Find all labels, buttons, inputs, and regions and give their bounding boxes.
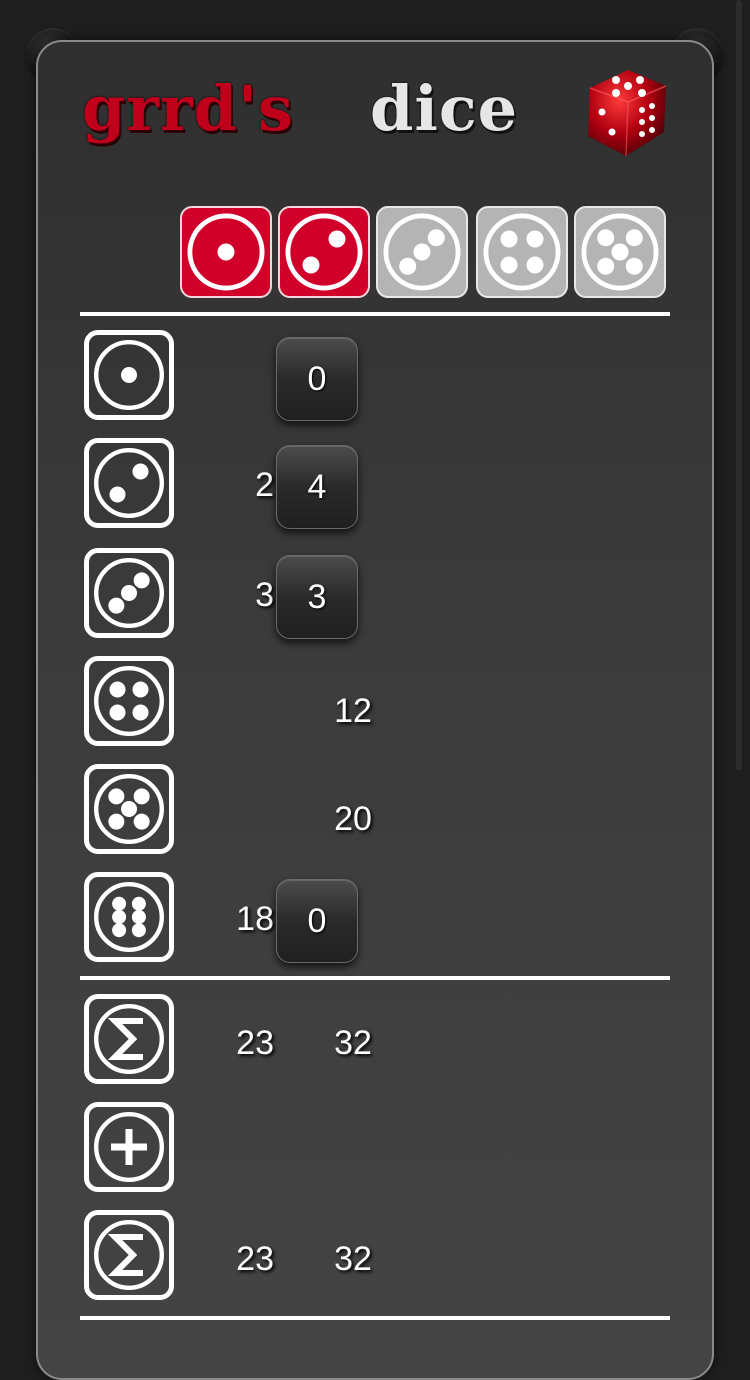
sum-icon xyxy=(84,1210,174,1300)
die-face-1-icon xyxy=(187,213,265,291)
rolled-die-4[interactable] xyxy=(476,206,568,298)
total-right: 32 xyxy=(334,1240,372,1278)
sum-icon xyxy=(84,994,174,1084)
score-button[interactable]: 0 xyxy=(276,337,358,421)
app-title-white: dice xyxy=(370,72,519,145)
die-face-5-icon xyxy=(581,213,659,291)
plus-icon xyxy=(84,1102,174,1192)
die-face-4-icon xyxy=(84,656,174,746)
score-left: 3 xyxy=(255,576,274,614)
rolled-die-1[interactable] xyxy=(180,206,272,298)
score-button[interactable]: 0 xyxy=(276,879,358,963)
app-title-red: grrd's xyxy=(82,72,294,145)
score-right: 12 xyxy=(334,692,372,730)
die-face-5-icon xyxy=(84,764,174,854)
die-face-4-icon xyxy=(483,213,561,291)
die-face-3-icon xyxy=(383,213,461,291)
divider-middle xyxy=(80,976,670,980)
total-left: 23 xyxy=(236,1024,274,1062)
total-right: 32 xyxy=(334,1024,372,1062)
rolled-die-3[interactable] xyxy=(376,206,468,298)
score-button[interactable]: 4 xyxy=(276,445,358,529)
die-face-2-icon xyxy=(285,213,363,291)
die-face-3-icon xyxy=(84,548,174,638)
score-left: 18 xyxy=(236,900,274,938)
score-right: 20 xyxy=(334,800,372,838)
score-button[interactable]: 3 xyxy=(276,555,358,639)
score-left: 2 xyxy=(255,466,274,504)
red-die-icon xyxy=(580,66,670,160)
rolled-die-2[interactable] xyxy=(278,206,370,298)
rolled-die-5[interactable] xyxy=(574,206,666,298)
divider-top xyxy=(80,312,670,316)
die-face-6-icon xyxy=(84,872,174,962)
scrollbar[interactable] xyxy=(736,0,742,770)
divider-bottom xyxy=(80,1316,670,1320)
die-face-1-icon xyxy=(84,330,174,420)
total-left: 23 xyxy=(236,1240,274,1278)
die-face-2-icon xyxy=(84,438,174,528)
